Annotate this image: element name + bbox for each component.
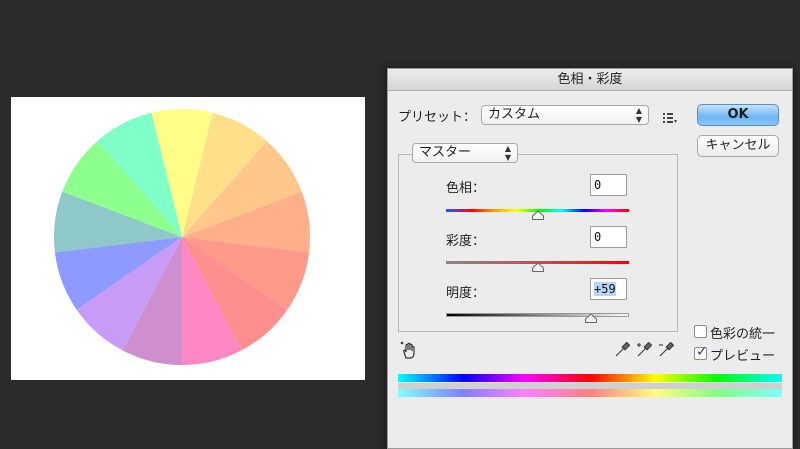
lightness-value: +59 — [594, 282, 616, 296]
hue-saturation-dialog: 色相・彩度 プリセット： カスタム ▲ ▼ OK キャンセル マスター ▲ ▼ 色相… — [387, 68, 793, 449]
hue-label: 色相： — [446, 181, 486, 196]
preset-label: プリセット： — [398, 110, 477, 125]
dialog-title[interactable]: 色相・彩度 — [388, 69, 792, 91]
channel-value: マスター — [419, 145, 472, 160]
hand-adjust-icon[interactable] — [400, 341, 420, 363]
eyedropper-icon[interactable] — [614, 341, 631, 362]
color-wheel-image — [53, 109, 311, 365]
eyedropper-minus-icon[interactable] — [658, 341, 675, 362]
checkmark-icon: ✓ — [696, 344, 708, 360]
ok-button[interactable]: OK — [697, 104, 779, 126]
saturation-field[interactable]: 0 — [590, 226, 627, 248]
cancel-button[interactable]: キャンセル — [697, 135, 779, 157]
channel-select[interactable]: マスター ▲ ▼ — [412, 143, 518, 163]
list-options-icon[interactable] — [663, 109, 677, 128]
preview-checkbox[interactable]: ✓ — [694, 344, 708, 360]
preview-label[interactable]: プレビュー — [710, 345, 775, 364]
hue-value: 0 — [594, 178, 602, 192]
colorize-checkbox[interactable] — [694, 325, 707, 338]
saturation-label: 彩度： — [446, 234, 486, 249]
lightness-label: 明度： — [446, 286, 486, 301]
preset-select[interactable]: カスタム ▲ ▼ — [481, 105, 649, 125]
eyedropper-plus-icon[interactable] — [636, 341, 653, 362]
hue-field[interactable]: 0 — [590, 174, 627, 196]
lightness-slider-track[interactable] — [446, 313, 629, 317]
saturation-value: 0 — [594, 230, 602, 244]
colorize-label[interactable]: 色彩の統一 — [710, 323, 775, 342]
select-arrows-icon: ▲ ▼ — [504, 144, 511, 162]
input-color-bar — [398, 374, 782, 382]
adjustment-group — [398, 154, 678, 332]
output-color-bar — [398, 389, 782, 397]
preset-value: カスタム — [488, 107, 541, 122]
select-arrows-icon: ▲ ▼ — [635, 106, 642, 124]
lightness-field[interactable]: +59 — [590, 278, 627, 300]
